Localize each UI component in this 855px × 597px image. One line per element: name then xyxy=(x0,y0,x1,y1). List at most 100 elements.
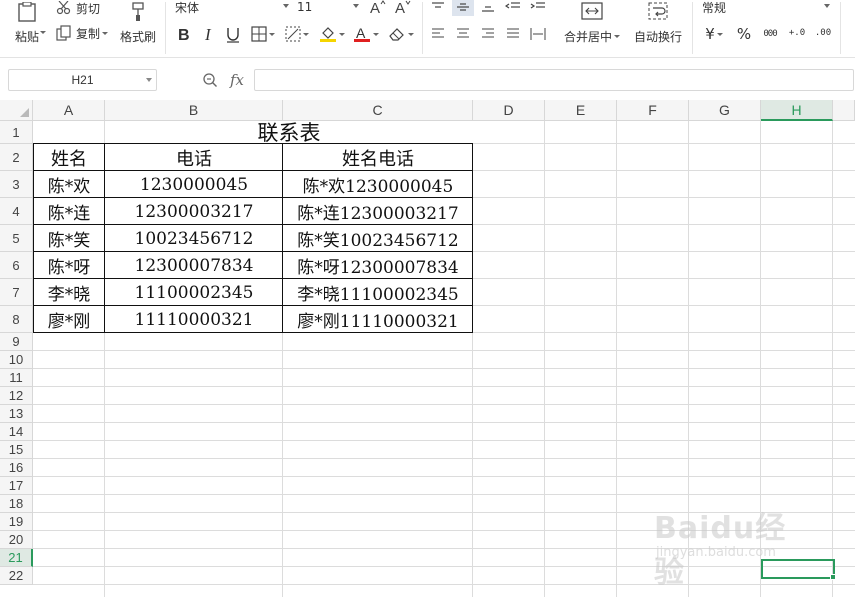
wrap-text-button[interactable]: 自动换行 xyxy=(630,0,686,46)
table-header-cell[interactable]: 电话 xyxy=(105,144,283,171)
align-bottom-button[interactable] xyxy=(478,0,498,16)
table-cell[interactable]: 陈*欢 xyxy=(33,171,105,198)
decrease-decimal-button[interactable]: .00 xyxy=(811,22,835,44)
row-header-13[interactable]: 13 xyxy=(0,405,33,423)
currency-format-button[interactable]: ¥ xyxy=(700,24,728,44)
paste-label: 粘贴 xyxy=(14,29,39,44)
column-header-e[interactable]: E xyxy=(545,100,617,121)
table-cell[interactable]: 12300007834 xyxy=(105,252,283,279)
column-header-d[interactable]: D xyxy=(473,100,545,121)
table-cell[interactable]: 陈*欢1230000045 xyxy=(283,171,473,198)
column-header-c[interactable]: C xyxy=(283,100,473,121)
clear-button[interactable] xyxy=(385,24,417,44)
select-all-button[interactable] xyxy=(0,100,33,121)
row-header-21[interactable]: 21 xyxy=(0,549,33,567)
distributed-align-button[interactable] xyxy=(528,24,548,44)
increase-indent-button[interactable] xyxy=(528,0,548,16)
copy-button[interactable]: 复制 xyxy=(56,24,116,42)
row-header-5[interactable]: 5 xyxy=(0,225,33,252)
increase-font-size-button[interactable]: A xyxy=(368,0,388,16)
table-cell[interactable]: 11110000321 xyxy=(105,306,283,333)
grid-row-line xyxy=(33,386,855,387)
table-title[interactable]: 联系表 xyxy=(105,121,473,143)
table-cell[interactable]: 10023456712 xyxy=(105,225,283,252)
row-header-1[interactable]: 1 xyxy=(0,121,33,144)
row-header-16[interactable]: 16 xyxy=(0,459,33,477)
thousands-separator-button[interactable]: 000 xyxy=(758,24,782,44)
row-header-18[interactable]: 18 xyxy=(0,495,33,513)
table-cell[interactable]: 12300003217 xyxy=(105,198,283,225)
paste-dropdown-icon[interactable] xyxy=(40,31,46,34)
align-middle-button[interactable] xyxy=(452,0,474,16)
row-header-8[interactable]: 8 xyxy=(0,306,33,333)
row-header-11[interactable]: 11 xyxy=(0,369,33,387)
align-center-button[interactable] xyxy=(453,24,473,44)
row-header-6[interactable]: 6 xyxy=(0,252,33,279)
column-header-b[interactable]: B xyxy=(105,100,283,121)
table-cell[interactable]: 陈*笑10023456712 xyxy=(283,225,473,252)
row-header-3[interactable]: 3 xyxy=(0,171,33,198)
column-header-g[interactable]: G xyxy=(689,100,761,121)
justify-button[interactable] xyxy=(503,24,523,44)
column-header-f[interactable]: F xyxy=(617,100,689,121)
row-header-19[interactable]: 19 xyxy=(0,513,33,531)
row-header-12[interactable]: 12 xyxy=(0,387,33,405)
row-header-2[interactable]: 2 xyxy=(0,144,33,171)
table-cell[interactable]: 1230000045 xyxy=(105,171,283,198)
cut-button[interactable]: 剪切 xyxy=(56,0,106,16)
table-header-cell[interactable]: 姓名 xyxy=(33,144,105,171)
row-header-10[interactable]: 10 xyxy=(0,351,33,369)
paste-button[interactable]: 粘贴 xyxy=(10,0,44,46)
column-header-partial[interactable] xyxy=(833,100,855,121)
formula-input[interactable] xyxy=(254,69,854,91)
table-header-cell[interactable]: 姓名电话 xyxy=(283,144,473,171)
borders-button[interactable] xyxy=(248,24,278,44)
format-painter-button[interactable]: 格式刷 xyxy=(116,0,160,46)
table-cell[interactable]: 陈*连 xyxy=(33,198,105,225)
table-cell[interactable]: 李*晓 xyxy=(33,279,105,306)
row-header-4[interactable]: 4 xyxy=(0,198,33,225)
table-cell[interactable]: 11100002345 xyxy=(105,279,283,306)
fill-pattern-button[interactable] xyxy=(282,24,312,44)
row-header-15[interactable]: 15 xyxy=(0,441,33,459)
table-cell[interactable]: 陈*笑 xyxy=(33,225,105,252)
table-cell[interactable]: 陈*呀12300007834 xyxy=(283,252,473,279)
grid-row-line xyxy=(33,404,855,405)
row-header-20[interactable]: 20 xyxy=(0,531,33,549)
paste-icon xyxy=(18,1,36,22)
row-header-7[interactable]: 7 xyxy=(0,279,33,306)
row-header-17[interactable]: 17 xyxy=(0,477,33,495)
column-header-h[interactable]: H xyxy=(761,100,833,121)
percent-format-button[interactable]: % xyxy=(734,24,754,44)
table-cell[interactable]: 廖*刚11110000321 xyxy=(283,306,473,333)
table-cell[interactable]: 李*晓11100002345 xyxy=(283,279,473,306)
align-left-button[interactable] xyxy=(428,24,448,44)
increase-decimal-button[interactable]: +.0 xyxy=(785,22,809,44)
row-header-14[interactable]: 14 xyxy=(0,423,33,441)
bold-button[interactable]: B xyxy=(174,24,194,44)
fill-color-button[interactable] xyxy=(316,24,348,44)
name-box[interactable]: H21 xyxy=(8,69,157,91)
italic-button[interactable]: I xyxy=(199,24,219,44)
row-header-22[interactable]: 22 xyxy=(0,567,33,585)
font-color-button[interactable]: A xyxy=(350,24,382,44)
chevron-down-icon xyxy=(614,34,620,38)
align-right-button[interactable] xyxy=(478,24,498,44)
column-header-a[interactable]: A xyxy=(33,100,105,121)
table-cell[interactable]: 陈*连12300003217 xyxy=(283,198,473,225)
align-top-button[interactable] xyxy=(428,0,448,16)
fill-handle[interactable] xyxy=(830,574,836,580)
table-cell[interactable]: 廖*刚 xyxy=(33,306,105,333)
font-name-select[interactable]: 宋体 xyxy=(172,0,292,16)
decrease-indent-button[interactable] xyxy=(503,0,523,16)
table-cell[interactable]: 陈*呀 xyxy=(33,252,105,279)
chevron-down-icon xyxy=(339,32,345,36)
underline-button[interactable] xyxy=(223,24,243,44)
merge-center-button[interactable]: 合并居中 xyxy=(560,0,624,46)
insert-function-button[interactable]: fx xyxy=(226,69,248,91)
row-header-9[interactable]: 9 xyxy=(0,333,33,351)
font-size-select[interactable]: 11 xyxy=(294,0,362,16)
zoom-formula-button[interactable] xyxy=(200,70,220,90)
decrease-font-size-button[interactable]: A xyxy=(393,0,413,16)
number-format-select[interactable]: 常规 xyxy=(699,0,833,16)
